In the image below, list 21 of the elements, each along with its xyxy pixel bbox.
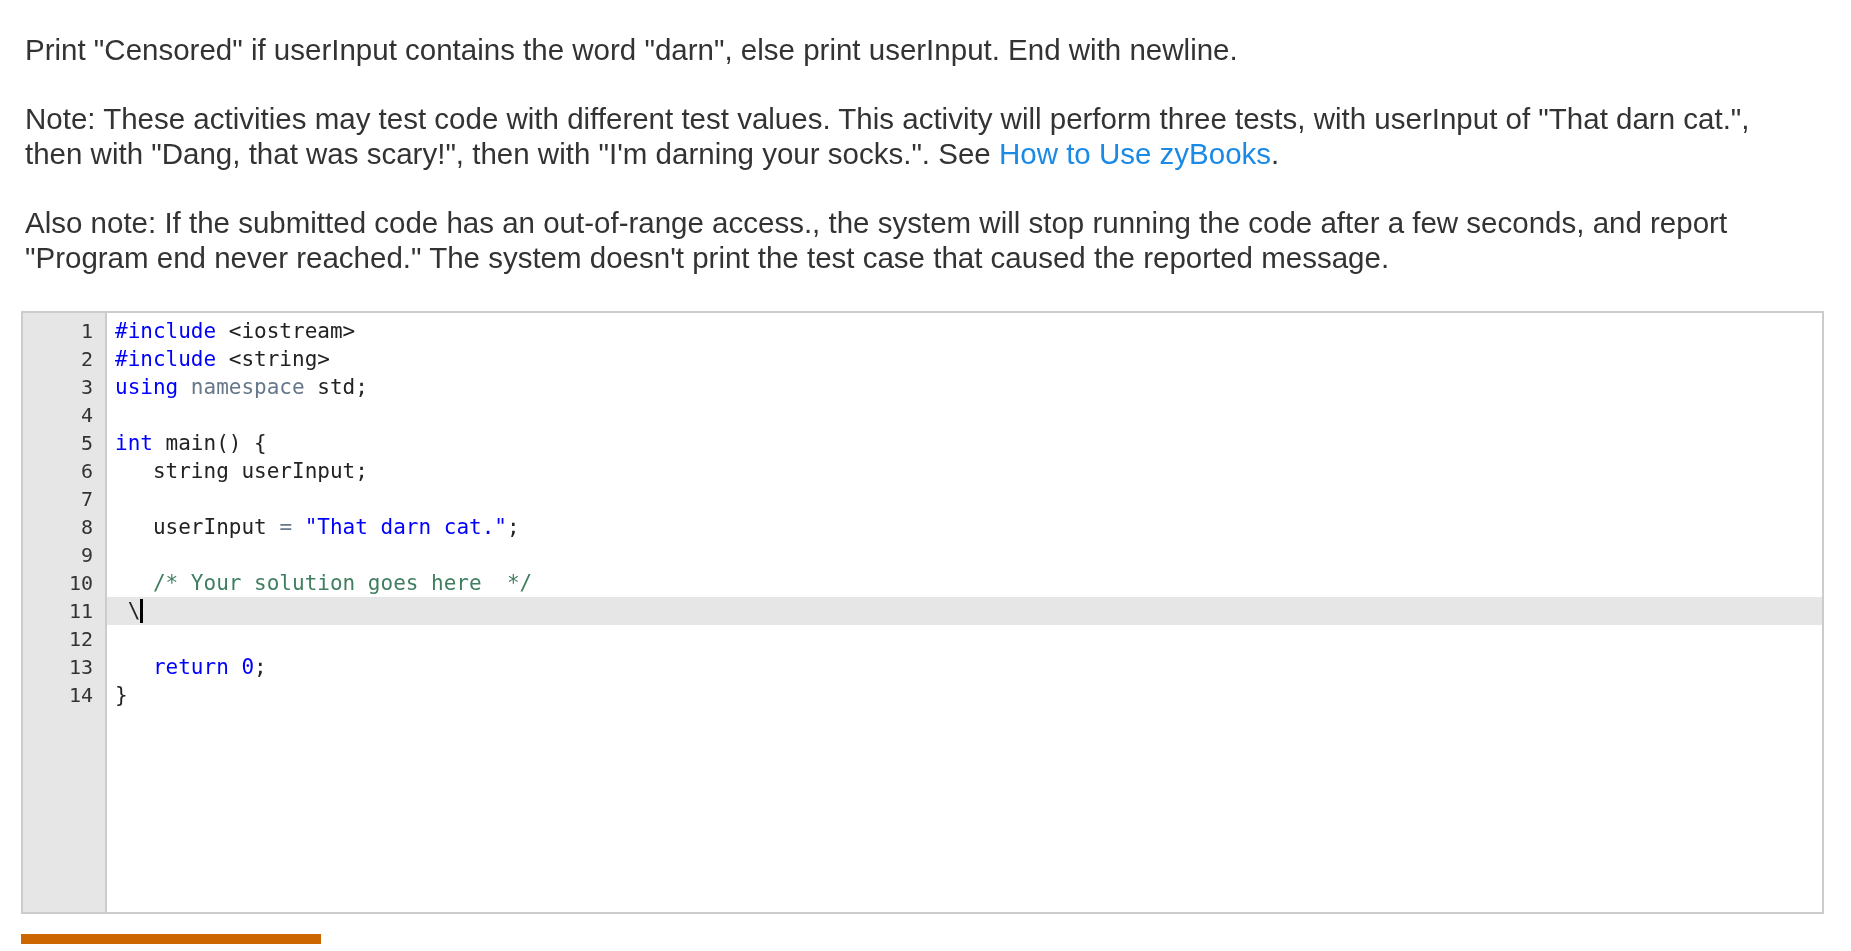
instruction-paragraph: Print "Censored" if userInput contains the word "darn", else print userInput. End with newline. — [25, 32, 1239, 67]
help-link[interactable]: How to Use zyBooks — [998, 137, 1272, 170]
line-number: 11 — [67, 598, 94, 625]
line-number: 6 — [79, 458, 94, 485]
line-number: 10 — [67, 570, 94, 597]
line-number: 8 — [79, 514, 94, 541]
code-editor[interactable]: 1 #include <iostream> 2 #include <string> 3 using namespace std; 4 5 int main() { 6 string userInput; 7 8 userInput = "That darn cat."; 9 10 /* Your solution goes here */ 11 \ 12 13 return 0; 14 } — [21, 311, 1824, 914]
instruction-paragraph: Also note: If the submitted code has an out-of-range access., the system will stop running the code after a few seconds, and report "Program end never reached." The system doesn't print the test case that caused the reported message. — [25, 205, 1729, 275]
line-number: 12 — [67, 626, 94, 653]
line-number: 14 — [67, 682, 94, 709]
line-number: 2 — [79, 346, 94, 373]
line-number: 7 — [79, 486, 94, 513]
line-number: 9 — [79, 542, 94, 569]
text-cursor — [140, 599, 144, 623]
line-number: 1 — [79, 318, 94, 345]
line-number: 13 — [67, 654, 94, 681]
line-number: 3 — [79, 374, 94, 401]
instruction-paragraph: Note: These activities may test code with different test values. This activity will perform three tests, with userInput of "That darn cat.", then with "Dang, that was scary!", then with "I'm darning your socks.". See How to Use zyBooks. — [25, 101, 1751, 171]
line-number: 4 — [79, 402, 94, 429]
action-button[interactable] — [21, 934, 321, 944]
line-number: 5 — [79, 430, 94, 457]
